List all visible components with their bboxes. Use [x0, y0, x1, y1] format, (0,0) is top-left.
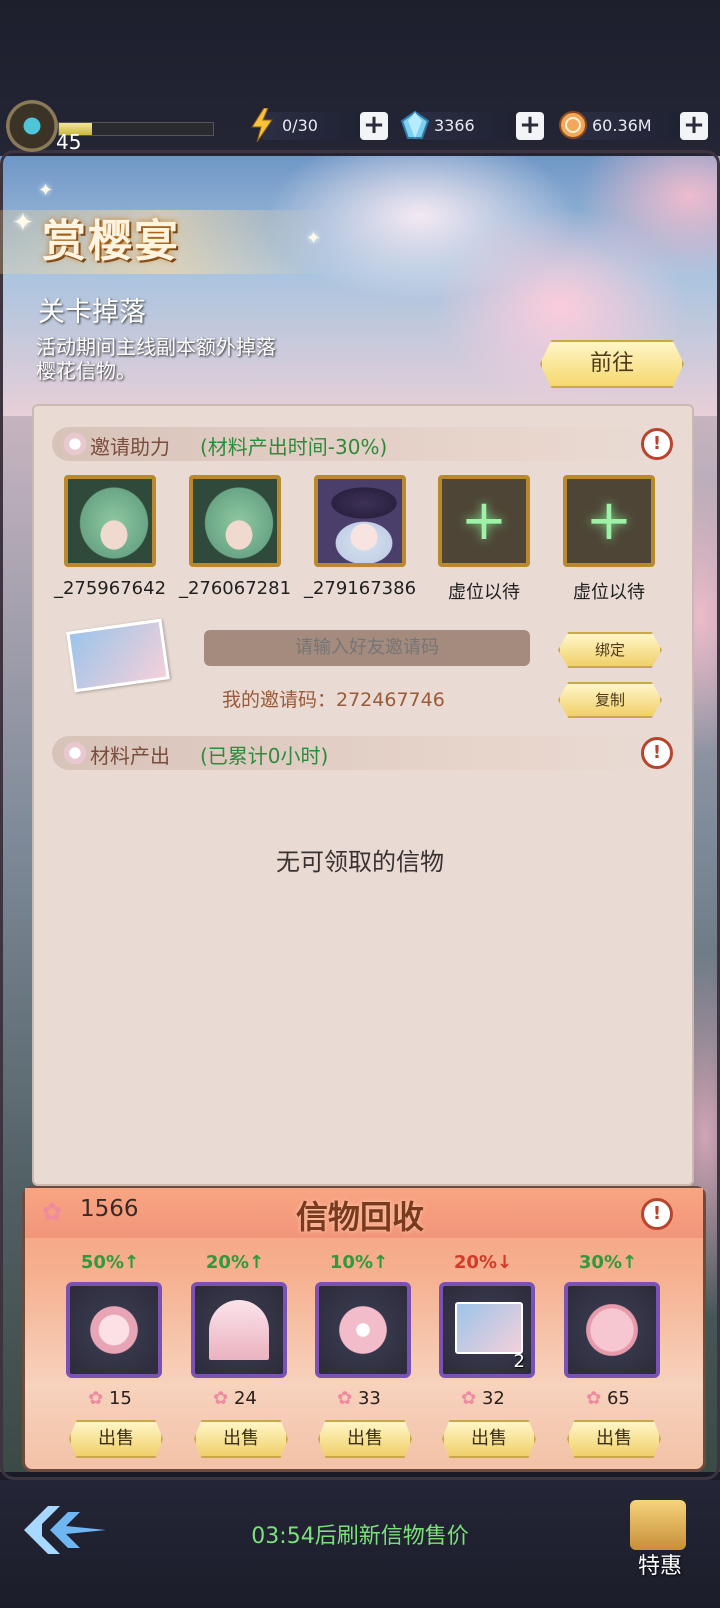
- goto-button[interactable]: 前往: [540, 340, 684, 388]
- sparkle-icon: ✦: [306, 228, 322, 249]
- sell-button[interactable]: 出售: [567, 1420, 661, 1458]
- sparkle-icon: ✦: [38, 180, 54, 201]
- level-number: 45: [56, 130, 82, 154]
- item-price: ✿ 65: [586, 1388, 630, 1409]
- price-change-label: 30%↑: [578, 1252, 638, 1273]
- postcard-icon: [455, 1302, 523, 1354]
- fan-icon: [209, 1300, 269, 1360]
- level-emblem-icon[interactable]: [6, 100, 58, 152]
- sparkle-icon: ✦: [12, 208, 34, 238]
- petal-icon: ✿: [461, 1388, 482, 1409]
- bind-button[interactable]: 绑定: [558, 632, 662, 668]
- empty-slot-label: 虚位以待: [448, 582, 520, 603]
- item-price: ✿ 32: [461, 1388, 505, 1409]
- sakura-charm-item[interactable]: [66, 1282, 162, 1378]
- invite-section-note: (材料产出时间-30%): [200, 435, 388, 459]
- item-price: ✿ 15: [88, 1388, 132, 1409]
- empty-materials-message: 无可领取的信物: [276, 848, 444, 876]
- friend-avatar-slot[interactable]: [64, 475, 156, 567]
- petal-icon: ✿: [586, 1388, 607, 1409]
- event-description: 活动期间主线副本额外掉落樱花信物。: [36, 335, 276, 383]
- sakura-fan-item[interactable]: [191, 1282, 287, 1378]
- item-quantity: 2: [513, 1351, 525, 1372]
- empty-invite-slot[interactable]: +: [563, 475, 655, 567]
- event-subtitle: 关卡掉落: [38, 297, 146, 328]
- bouquet-icon: [582, 1300, 642, 1360]
- friend-avatar-slot[interactable]: [189, 475, 281, 567]
- petal-icon: ✿: [88, 1388, 109, 1409]
- item-price: ✿ 24: [213, 1388, 257, 1409]
- price-change-label: 20%↓: [453, 1252, 513, 1273]
- gift-box-icon[interactable]: [630, 1500, 686, 1550]
- petal-icon: ✿: [213, 1388, 234, 1409]
- empty-slot-label: 虚位以待: [573, 582, 645, 603]
- my-invite-code: 我的邀请码：272467746: [222, 689, 445, 711]
- sell-button[interactable]: 出售: [69, 1420, 163, 1458]
- sakura-hairpin-item[interactable]: [315, 1282, 411, 1378]
- invite-code-input[interactable]: [204, 630, 530, 666]
- add-gold-button[interactable]: +: [680, 112, 708, 140]
- petal-icon: ✿: [337, 1388, 358, 1409]
- plus-icon: +: [585, 488, 633, 553]
- materials-section-title: 材料产出: [90, 744, 170, 768]
- friend-id-label: _276067281: [178, 578, 292, 599]
- info-icon[interactable]: !: [641, 428, 673, 460]
- friend-id-label: _275967642: [53, 578, 167, 599]
- price-change-label: 10%↑: [329, 1252, 389, 1273]
- sakura-bouquet-item[interactable]: [564, 1282, 660, 1378]
- sell-button[interactable]: 出售: [194, 1420, 288, 1458]
- refresh-countdown: 03:54后刷新信物售价: [251, 1524, 469, 1549]
- price-change-label: 50%↑: [80, 1252, 140, 1273]
- add-energy-button[interactable]: +: [360, 112, 388, 140]
- hairpin-icon: [333, 1300, 393, 1360]
- sell-button[interactable]: 出售: [318, 1420, 412, 1458]
- sell-button[interactable]: 出售: [442, 1420, 536, 1458]
- energy-value: 0/30: [282, 116, 318, 135]
- add-gems-button[interactable]: +: [516, 112, 544, 140]
- invite-section-title: 邀请助力: [90, 435, 170, 459]
- info-icon[interactable]: !: [641, 737, 673, 769]
- flower-icon: [62, 431, 88, 457]
- copy-button[interactable]: 复制: [558, 682, 662, 718]
- special-offer-label[interactable]: 特惠: [620, 1548, 700, 1580]
- plus-icon: +: [460, 488, 508, 553]
- sakura-charm-icon: [84, 1300, 144, 1360]
- flower-icon: [62, 740, 88, 766]
- coin-icon: [558, 110, 588, 140]
- empty-invite-slot[interactable]: +: [438, 475, 530, 567]
- lightning-icon: [250, 107, 274, 143]
- event-title: 赏樱宴: [42, 216, 180, 267]
- postcard-item[interactable]: 2: [439, 1282, 535, 1378]
- gem-icon: [400, 110, 430, 140]
- recycle-title: 信物回收: [295, 1198, 424, 1236]
- friend-avatar-slot[interactable]: [314, 475, 406, 567]
- item-price: ✿ 33: [337, 1388, 381, 1409]
- info-icon[interactable]: !: [641, 1198, 673, 1230]
- materials-section-note: (已累计0小时): [200, 744, 329, 768]
- gem-value: 3366: [434, 116, 475, 135]
- friend-id-label: _279167386: [303, 578, 417, 599]
- gold-value: 60.36M: [592, 116, 652, 135]
- price-change-label: 20%↑: [205, 1252, 265, 1273]
